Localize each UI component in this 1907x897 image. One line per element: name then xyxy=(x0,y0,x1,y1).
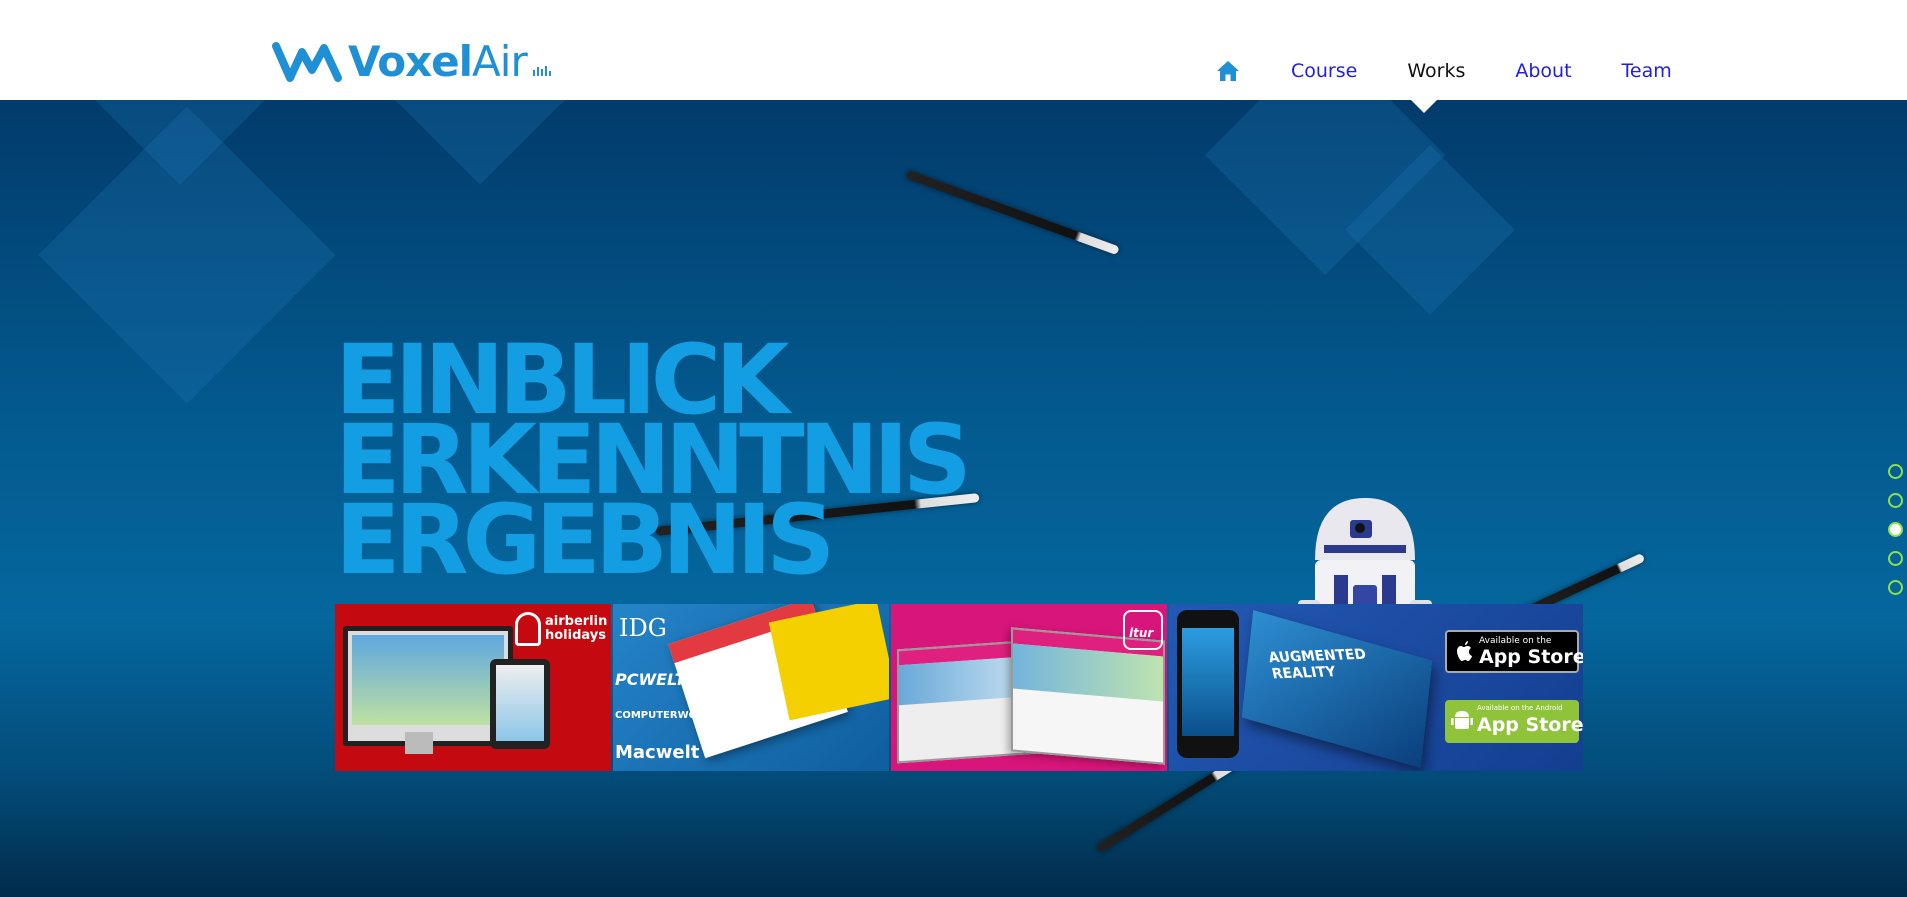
nav-course[interactable]: Course xyxy=(1291,60,1357,82)
work-tile-augmented-reality[interactable]: AUGMENTED REALITY Available on the App S… xyxy=(1169,604,1583,771)
badge-small-text: Available on the xyxy=(1479,636,1552,646)
pager-dot[interactable] xyxy=(1888,493,1903,508)
works-gallery: airberlin holidays IDG PCWELT COMPUTERWO… xyxy=(335,604,1583,771)
badge-big-text: App Store xyxy=(1477,714,1583,736)
pager-dot[interactable] xyxy=(1888,580,1903,595)
work-tile-ltur[interactable]: ltur xyxy=(891,604,1167,771)
pencil-decoration xyxy=(905,169,1120,256)
airberlin-label: airberlin holidays xyxy=(545,614,608,643)
computerwoche-logo: COMPUTERWOCHE xyxy=(615,710,720,721)
apple-icon xyxy=(1457,641,1472,661)
hero-headline: EINBLICK ERKENNTNIS ERGEBNIS xyxy=(335,332,972,588)
main-nav: Course Works About Team xyxy=(1216,60,1697,82)
monitor-stand xyxy=(405,732,433,754)
section-pager xyxy=(1888,464,1903,595)
app-store-badge[interactable]: Available on the App Store xyxy=(1445,630,1583,673)
logo-wave-icon xyxy=(272,42,342,82)
airberlin-logo: airberlin holidays xyxy=(515,612,611,646)
book-mockup: AUGMENTED REALITY xyxy=(1241,610,1433,768)
pager-dot[interactable] xyxy=(1888,551,1903,566)
monitor-mockup xyxy=(343,626,513,746)
airberlin-logo-icon xyxy=(515,612,541,646)
hero-banner: EINBLICK ERKENNTNIS ERGEBNIS airberlin h… xyxy=(0,100,1907,897)
nav-works[interactable]: Works xyxy=(1407,60,1465,82)
ltur-logo: ltur xyxy=(1123,610,1163,650)
badge-big-text: App Store xyxy=(1479,646,1583,668)
macwelt-logo: Macwelt xyxy=(615,742,700,763)
phone-mockup xyxy=(1177,610,1239,758)
bg-diamond xyxy=(395,100,565,185)
magazine-mockup xyxy=(768,604,889,721)
idg-logo: IDG xyxy=(619,614,667,642)
augmented-reality-label: AUGMENTED REALITY xyxy=(1267,646,1368,683)
ltur-label: ltur xyxy=(1129,626,1154,640)
nav-team[interactable]: Team xyxy=(1622,60,1672,82)
active-nav-caret xyxy=(1411,100,1437,113)
voxelair-logo[interactable]: VoxelAir xyxy=(272,34,551,84)
logo-bars-icon xyxy=(532,66,551,76)
pager-dot-active[interactable] xyxy=(1888,522,1903,537)
pager-dot[interactable] xyxy=(1888,464,1903,479)
android-icon xyxy=(1451,711,1473,729)
home-icon[interactable] xyxy=(1216,60,1240,82)
android-store-badge[interactable]: Available on the Android App Store xyxy=(1445,700,1583,743)
tablet-mockup xyxy=(490,659,550,749)
site-header: VoxelAir Course Works About Team xyxy=(0,0,1907,100)
work-tile-idg[interactable]: IDG PCWELT COMPUTERWOCHE Macwelt xyxy=(613,604,889,771)
logo-text: VoxelAir xyxy=(348,37,528,86)
pcwelt-logo: PCWELT xyxy=(615,670,686,689)
work-tile-airberlin[interactable]: airberlin holidays xyxy=(335,604,611,771)
badge-small-text: Available on the Android xyxy=(1477,704,1563,712)
nav-about[interactable]: About xyxy=(1515,60,1571,82)
